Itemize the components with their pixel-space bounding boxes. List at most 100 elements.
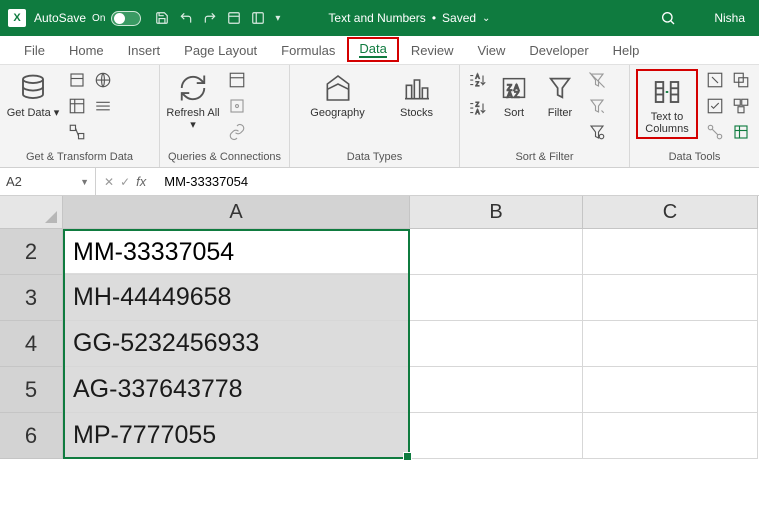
sort-desc-icon[interactable]: ZA [466,97,488,119]
fx-icon[interactable]: fx [136,174,146,189]
column-headers: A B C [0,196,759,229]
tab-formulas[interactable]: Formulas [269,39,347,64]
flash-fill-icon[interactable] [704,69,726,91]
formula-controls: ✕ ✓ fx [96,168,154,195]
tab-data[interactable]: Data [347,37,398,62]
tab-view[interactable]: View [465,39,517,64]
qat-icon-2[interactable] [251,11,265,25]
cell-b6[interactable] [410,413,583,459]
name-box[interactable]: A2 ▼ [0,168,96,195]
formula-bar: A2 ▼ ✕ ✓ fx MM-33337054 [0,168,759,196]
search-icon[interactable] [660,10,676,26]
tab-page-layout[interactable]: Page Layout [172,39,269,64]
group-data-types: Geography Stocks Data Types [290,65,460,167]
from-table-icon[interactable] [66,95,88,117]
tab-insert[interactable]: Insert [116,39,173,64]
svg-text:A: A [476,75,480,81]
row-header[interactable]: 4 [0,321,63,367]
clear-filter-icon[interactable] [586,69,608,91]
cell-a4[interactable]: GG-5232456933 [63,321,410,367]
spreadsheet-grid[interactable]: A B C 2 3 MH-44449658 4 GG-5232456933 5 … [0,196,759,459]
cell-c5[interactable] [583,367,758,413]
group-label: Sort & Filter [466,150,623,165]
queries-icon[interactable] [226,69,248,91]
from-text-icon[interactable] [66,69,88,91]
cell-a6[interactable]: MP-7777055 [63,413,410,459]
cell-c3[interactable] [583,275,758,321]
cancel-icon[interactable]: ✕ [104,175,114,189]
group-sort-filter: AZ ZA Z AA Z Sort Filter Sort & Filter [460,65,630,167]
stocks-icon [400,71,434,105]
cell-c6[interactable] [583,413,758,459]
select-all-corner[interactable] [0,196,63,229]
cell-a3[interactable]: MH-44449658 [63,275,410,321]
sort-button[interactable]: Z AA Z Sort [494,69,534,119]
document-title[interactable]: Text and Numbers • Saved ⌄ [328,11,490,25]
save-icon[interactable] [155,11,169,25]
row-3: 3 MH-44449658 [0,275,759,321]
tab-home[interactable]: Home [57,39,116,64]
consolidate-icon[interactable] [730,95,752,117]
row-header[interactable]: 2 [0,229,63,275]
enter-icon[interactable]: ✓ [120,175,130,189]
stocks-button[interactable]: Stocks [388,69,446,119]
autosave-label: AutoSave [34,11,86,25]
row-header[interactable]: 6 [0,413,63,459]
redo-icon[interactable] [203,11,217,25]
formula-input[interactable]: MM-33337054 [154,174,248,189]
tab-help[interactable]: Help [601,39,652,64]
col-header-a[interactable]: A [63,196,410,229]
group-label: Data Types [296,150,453,165]
relationships-icon[interactable] [704,121,726,143]
cell-c2[interactable] [583,229,758,275]
remove-duplicates-icon[interactable] [730,69,752,91]
row-6: 6 MP-7777055 [0,413,759,459]
reapply-icon[interactable] [586,95,608,117]
row-header[interactable]: 5 [0,367,63,413]
chevron-down-icon[interactable]: ⌄ [482,13,490,24]
advanced-filter-icon[interactable] [586,121,608,143]
geography-button[interactable]: Geography [304,69,372,119]
tab-file[interactable]: File [12,39,57,64]
cell-c4[interactable] [583,321,758,367]
edit-links-icon[interactable] [226,121,248,143]
get-data-icon [16,71,50,105]
cell-b4[interactable] [410,321,583,367]
row-5: 5 AG-337643778 [0,367,759,413]
existing-connections-icon[interactable] [66,121,88,143]
title-bar: X AutoSave On ▾ Text and Numbers • Saved… [0,0,759,36]
row-4: 4 GG-5232456933 [0,321,759,367]
toggle-switch-icon[interactable] [111,11,141,26]
cell-a2[interactable] [63,229,410,275]
undo-icon[interactable] [179,11,193,25]
data-model-icon[interactable] [730,121,752,143]
user-name[interactable]: Nisha [714,11,745,25]
get-data-button[interactable]: Get Data ▾ [6,69,60,119]
tab-review[interactable]: Review [399,39,466,64]
data-validation-icon[interactable] [704,95,726,117]
filter-button[interactable]: Filter [540,69,580,119]
row-header[interactable]: 3 [0,275,63,321]
cell-a5[interactable]: AG-337643778 [63,367,410,413]
qat-icon[interactable] [227,11,241,25]
group-label: Queries & Connections [166,150,283,165]
text-to-columns-button[interactable]: Text to Columns [640,73,694,135]
get-transform-small-buttons [66,69,114,143]
refresh-all-button[interactable]: Refresh All ▾ [166,69,220,131]
cell-b5[interactable] [410,367,583,413]
sort-asc-icon[interactable]: AZ [466,69,488,91]
col-header-b[interactable]: B [410,196,583,229]
from-web-icon[interactable] [92,69,114,91]
svg-text:Z: Z [476,82,480,88]
name-box-dropdown-icon[interactable]: ▼ [80,177,89,187]
tab-developer[interactable]: Developer [517,39,600,64]
cell-b2[interactable] [410,229,583,275]
recent-sources-icon[interactable] [92,95,114,117]
autosave-toggle[interactable]: AutoSave On [34,11,141,26]
properties-icon[interactable] [226,95,248,117]
col-header-c[interactable]: C [583,196,758,229]
group-data-tools: Text to Columns Data Tools [630,65,759,167]
filter-icon [543,71,577,105]
cell-b3[interactable] [410,275,583,321]
qat-overflow-icon[interactable]: ▾ [275,13,280,24]
